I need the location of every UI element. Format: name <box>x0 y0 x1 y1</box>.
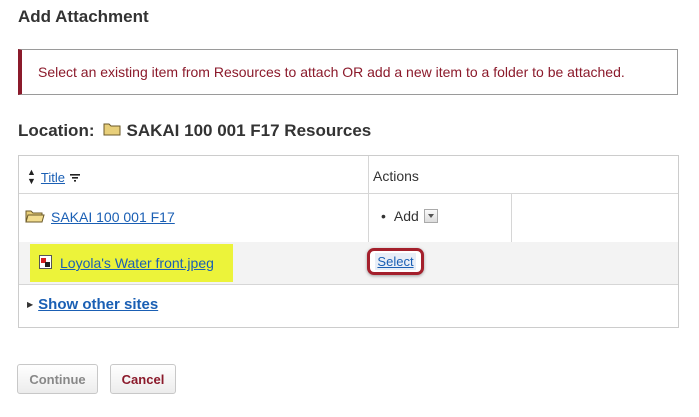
sort-order-icon[interactable] <box>70 170 80 185</box>
show-other-sites-link[interactable]: Show other sites <box>38 296 158 313</box>
folder-item: SAKAI 100 001 F17 <box>25 208 175 226</box>
continue-button[interactable]: Continue <box>17 364 98 394</box>
sort-arrows-icon[interactable]: ▲ ▼ <box>27 168 36 186</box>
file-item: Loyola's Water front.jpeg <box>30 244 233 282</box>
title-column-header: ▲ ▼ Title <box>27 168 80 186</box>
select-link[interactable]: Select <box>375 253 416 270</box>
location-heading: Location: SAKAI 100 001 F17 Resources <box>18 121 371 141</box>
add-action[interactable]: • Add <box>381 208 438 224</box>
alert-text: Select an existing item from Resources t… <box>38 64 625 80</box>
table-row: ▶ Show other sites <box>19 284 678 328</box>
page-title: Add Attachment <box>18 7 149 26</box>
location-label: Location: <box>18 121 95 140</box>
show-other-sites[interactable]: ▶ Show other sites <box>27 296 158 313</box>
table-header-row: ▲ ▼ Title Actions <box>19 156 678 194</box>
open-folder-icon[interactable] <box>25 208 45 226</box>
title-sort-link[interactable]: Title <box>41 170 65 185</box>
instruction-alert: Select an existing item from Resources t… <box>18 49 678 95</box>
add-label[interactable]: Add <box>394 208 419 224</box>
table-row: Loyola's Water front.jpeg Select <box>19 242 678 284</box>
folder-link[interactable]: SAKAI 100 001 F17 <box>51 209 175 225</box>
folder-icon <box>103 121 121 141</box>
select-highlight: Select <box>367 248 424 275</box>
location-name: SAKAI 100 001 F17 Resources <box>126 121 372 140</box>
table-row: SAKAI 100 001 F17 • Add <box>19 193 678 242</box>
cancel-button[interactable]: Cancel <box>110 364 176 394</box>
bullet-icon: • <box>381 208 386 224</box>
image-file-icon <box>39 254 52 272</box>
chevron-down-icon[interactable] <box>423 209 438 223</box>
expand-triangle-icon[interactable]: ▶ <box>27 300 33 309</box>
actions-column-header: Actions <box>373 168 419 184</box>
file-link[interactable]: Loyola's Water front.jpeg <box>60 255 214 271</box>
resources-table: ▲ ▼ Title Actions SAKAI 100 001 F17 • Ad… <box>18 155 679 328</box>
